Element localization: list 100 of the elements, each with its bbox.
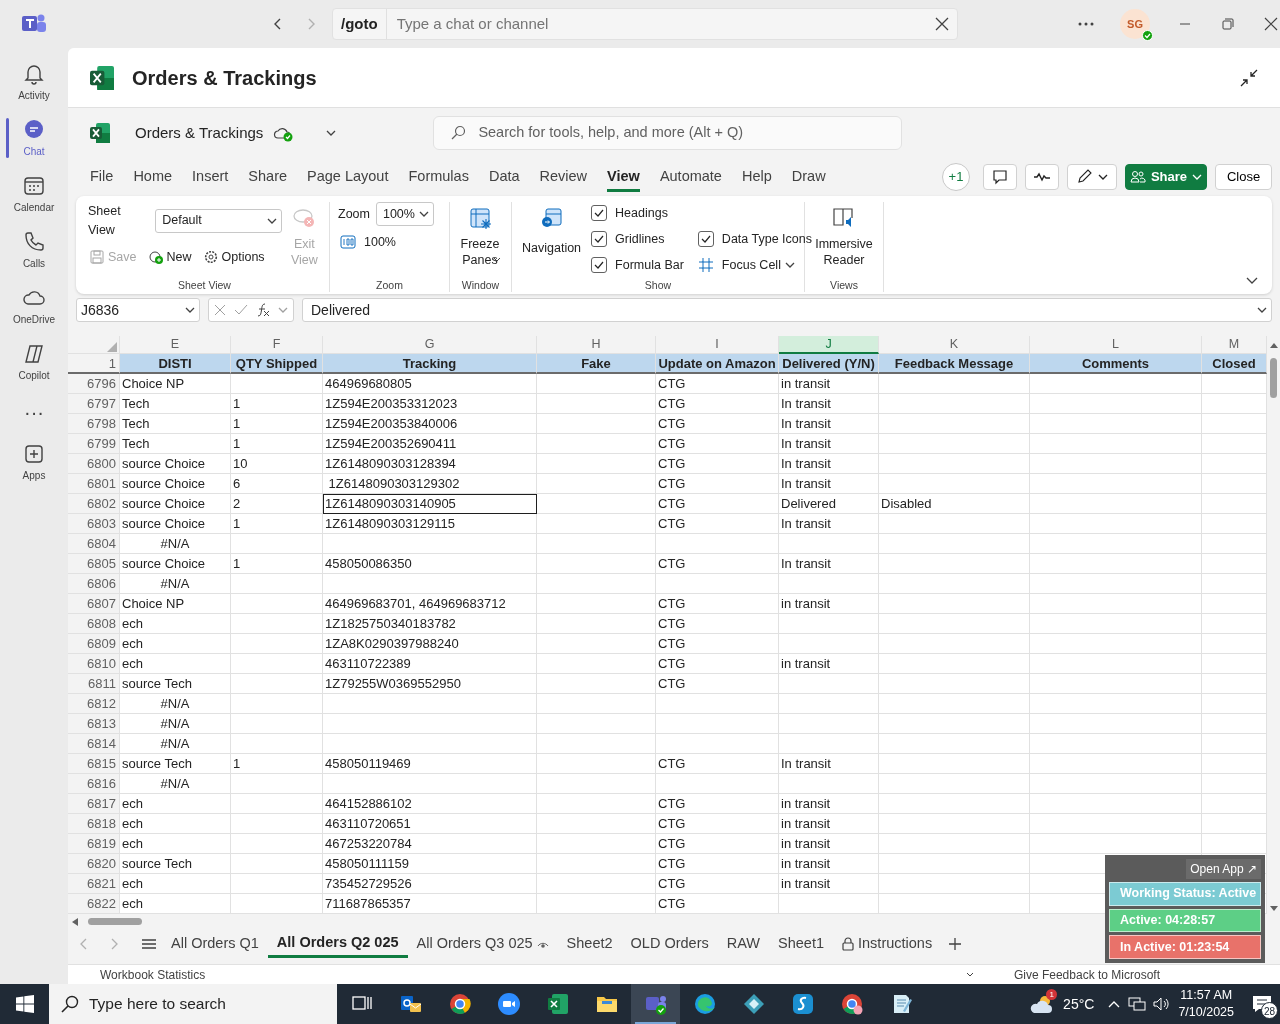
search-field[interactable]: Search for tools, help, and more (Alt + Q) xyxy=(433,116,903,150)
ribbon-button[interactable]: New xyxy=(146,245,194,269)
confirm-icon xyxy=(234,304,248,316)
ribbon-collapse-icon[interactable] xyxy=(1246,276,1258,286)
collapse-icon[interactable] xyxy=(1240,68,1258,87)
close-icon[interactable] xyxy=(1264,17,1278,31)
column-header[interactable]: E xyxy=(120,336,231,354)
menu-tab[interactable]: Help xyxy=(741,162,772,192)
ribbon-button[interactable]: Options xyxy=(201,245,267,269)
table-cell: in transit xyxy=(779,814,879,834)
sheet-tab[interactable]: All Orders Q2 025 xyxy=(267,929,408,959)
sheet-tab[interactable]: All Orders Q1 xyxy=(162,931,268,957)
editing-button[interactable] xyxy=(1067,164,1117,190)
menu-tab[interactable]: Insert xyxy=(192,162,229,192)
sheet-tab[interactable]: All Orders Q3 025 xyxy=(407,931,558,957)
table-cell: CTG xyxy=(656,494,779,514)
workbook-statistics[interactable]: Workbook Statistics xyxy=(100,965,206,984)
rail-item[interactable]: Activity xyxy=(0,54,68,110)
volume-icon[interactable] xyxy=(1152,996,1171,1012)
zoom-dropdown[interactable]: 100% xyxy=(375,202,434,226)
checkbox[interactable]: Gridlines xyxy=(589,226,686,252)
column-header[interactable]: G xyxy=(323,336,537,354)
share-button[interactable]: Share xyxy=(1125,164,1207,190)
sheet-tab[interactable]: Sheet1 xyxy=(769,931,833,957)
column-header[interactable]: H xyxy=(537,336,656,354)
feedback-link[interactable]: Give Feedback to Microsoft xyxy=(1013,965,1160,984)
column-header[interactable]: F xyxy=(231,336,323,354)
menu-tab[interactable]: Page Layout xyxy=(307,162,389,192)
immersive-reader-button[interactable]: Immersive Reader xyxy=(813,202,875,278)
scroll-down-icon xyxy=(1269,906,1278,912)
table-cell: 1Z6148090303129302 xyxy=(323,474,537,494)
clock-time[interactable]: 11:57 AM xyxy=(1180,987,1233,1004)
add-sheet-icon[interactable] xyxy=(949,938,962,950)
sheet-tab[interactable]: Sheet2 xyxy=(557,931,622,957)
checkbox[interactable]: Formula Bar xyxy=(589,252,686,278)
collaborators-button[interactable]: +1 xyxy=(942,163,970,191)
close-icon[interactable] xyxy=(935,17,949,31)
chevron-down-icon[interactable] xyxy=(965,971,974,978)
menu-tab[interactable]: Home xyxy=(133,162,173,192)
name-box[interactable]: J6836 xyxy=(76,298,200,322)
table-cell: 6 xyxy=(231,474,323,494)
sheet-tab[interactable]: RAW xyxy=(717,931,770,957)
column-header[interactable]: L xyxy=(1030,336,1202,354)
comments-button[interactable] xyxy=(983,164,1017,190)
rail-item[interactable]: OneDrive xyxy=(0,278,68,334)
rail-item[interactable]: Chat xyxy=(0,110,68,166)
column-header[interactable]: M xyxy=(1202,336,1267,354)
phone-icon xyxy=(22,229,46,254)
table-cell: In transit xyxy=(779,454,879,474)
menu-tab[interactable]: Formulas xyxy=(408,162,469,192)
avatar[interactable]: SG xyxy=(1120,9,1150,39)
rail-item[interactable]: Copilot xyxy=(0,334,68,390)
sheet-tab[interactable]: Instructions xyxy=(833,931,942,957)
menu-tab[interactable]: View xyxy=(607,162,640,192)
focus-cell-button[interactable]: Focus Cell xyxy=(695,252,814,278)
table-cell: 2 xyxy=(231,494,323,514)
rail-item[interactable]: Apps xyxy=(0,434,68,490)
menu-tab[interactable]: Review xyxy=(539,162,588,192)
spreadsheet-logo-icon xyxy=(90,65,114,90)
more-icon[interactable] xyxy=(1078,22,1094,26)
table-cell: CTG xyxy=(656,874,779,894)
column-header[interactable]: K xyxy=(879,336,1030,354)
menu-icon[interactable] xyxy=(142,938,156,950)
scroll-left-icon[interactable] xyxy=(72,917,78,926)
selected-cell[interactable]: 1Z6148090303140905 xyxy=(323,494,537,514)
menu-tab[interactable]: Automate xyxy=(659,162,722,192)
table-cell: 10 xyxy=(231,454,323,474)
sheet-tab[interactable]: OLD Orders xyxy=(621,931,718,957)
rail-item[interactable]: Calls xyxy=(0,222,68,278)
browser-icon xyxy=(447,992,472,1016)
open-app-link[interactable]: Open App ↗ xyxy=(1186,859,1261,879)
restore-icon[interactable] xyxy=(1222,18,1234,30)
rail-item[interactable]: ··· xyxy=(0,390,68,434)
clock-date[interactable]: 7/10/2025 xyxy=(1178,1004,1234,1021)
menu-tab[interactable]: File xyxy=(90,162,114,192)
navigation-button[interactable]: Navigation xyxy=(520,202,584,278)
scrollbar-thumb[interactable] xyxy=(88,918,142,925)
workbook-name[interactable]: Orders & Trackings xyxy=(135,121,264,145)
show-hidden-icon[interactable] xyxy=(1108,1000,1121,1008)
checkbox[interactable]: Data Type Icons xyxy=(695,226,814,252)
freeze-panes-button[interactable]: Freeze Panes xyxy=(458,202,502,278)
zoom-reset-button[interactable]: 100% xyxy=(338,231,398,254)
catch-up-button[interactable] xyxy=(1025,164,1059,190)
temperature[interactable]: 25°C xyxy=(1063,993,1095,1015)
sheet-view-dropdown[interactable]: Default xyxy=(155,208,282,233)
scrollbar-thumb[interactable] xyxy=(1270,358,1277,398)
taskbar-search-field[interactable]: Type here to search xyxy=(49,984,337,1024)
formula-field[interactable]: Delivered xyxy=(302,298,1272,322)
rail-item[interactable]: Calendar xyxy=(0,166,68,222)
column-header[interactable]: I xyxy=(656,336,779,354)
column-header[interactable]: J xyxy=(779,336,879,354)
chat-search-field[interactable]: /goto Type a chat or channel xyxy=(332,8,958,40)
menu-tab[interactable]: Draw xyxy=(791,162,826,192)
table-cell: #N/A xyxy=(120,534,231,554)
checkbox[interactable]: Headings xyxy=(589,200,686,226)
menu-tab[interactable]: Share xyxy=(248,162,288,192)
network-icon[interactable] xyxy=(1128,996,1147,1012)
close-button[interactable]: Close xyxy=(1215,164,1272,190)
table-cell: 1Z1825750340183782 xyxy=(323,614,537,634)
menu-tab[interactable]: Data xyxy=(488,162,520,192)
